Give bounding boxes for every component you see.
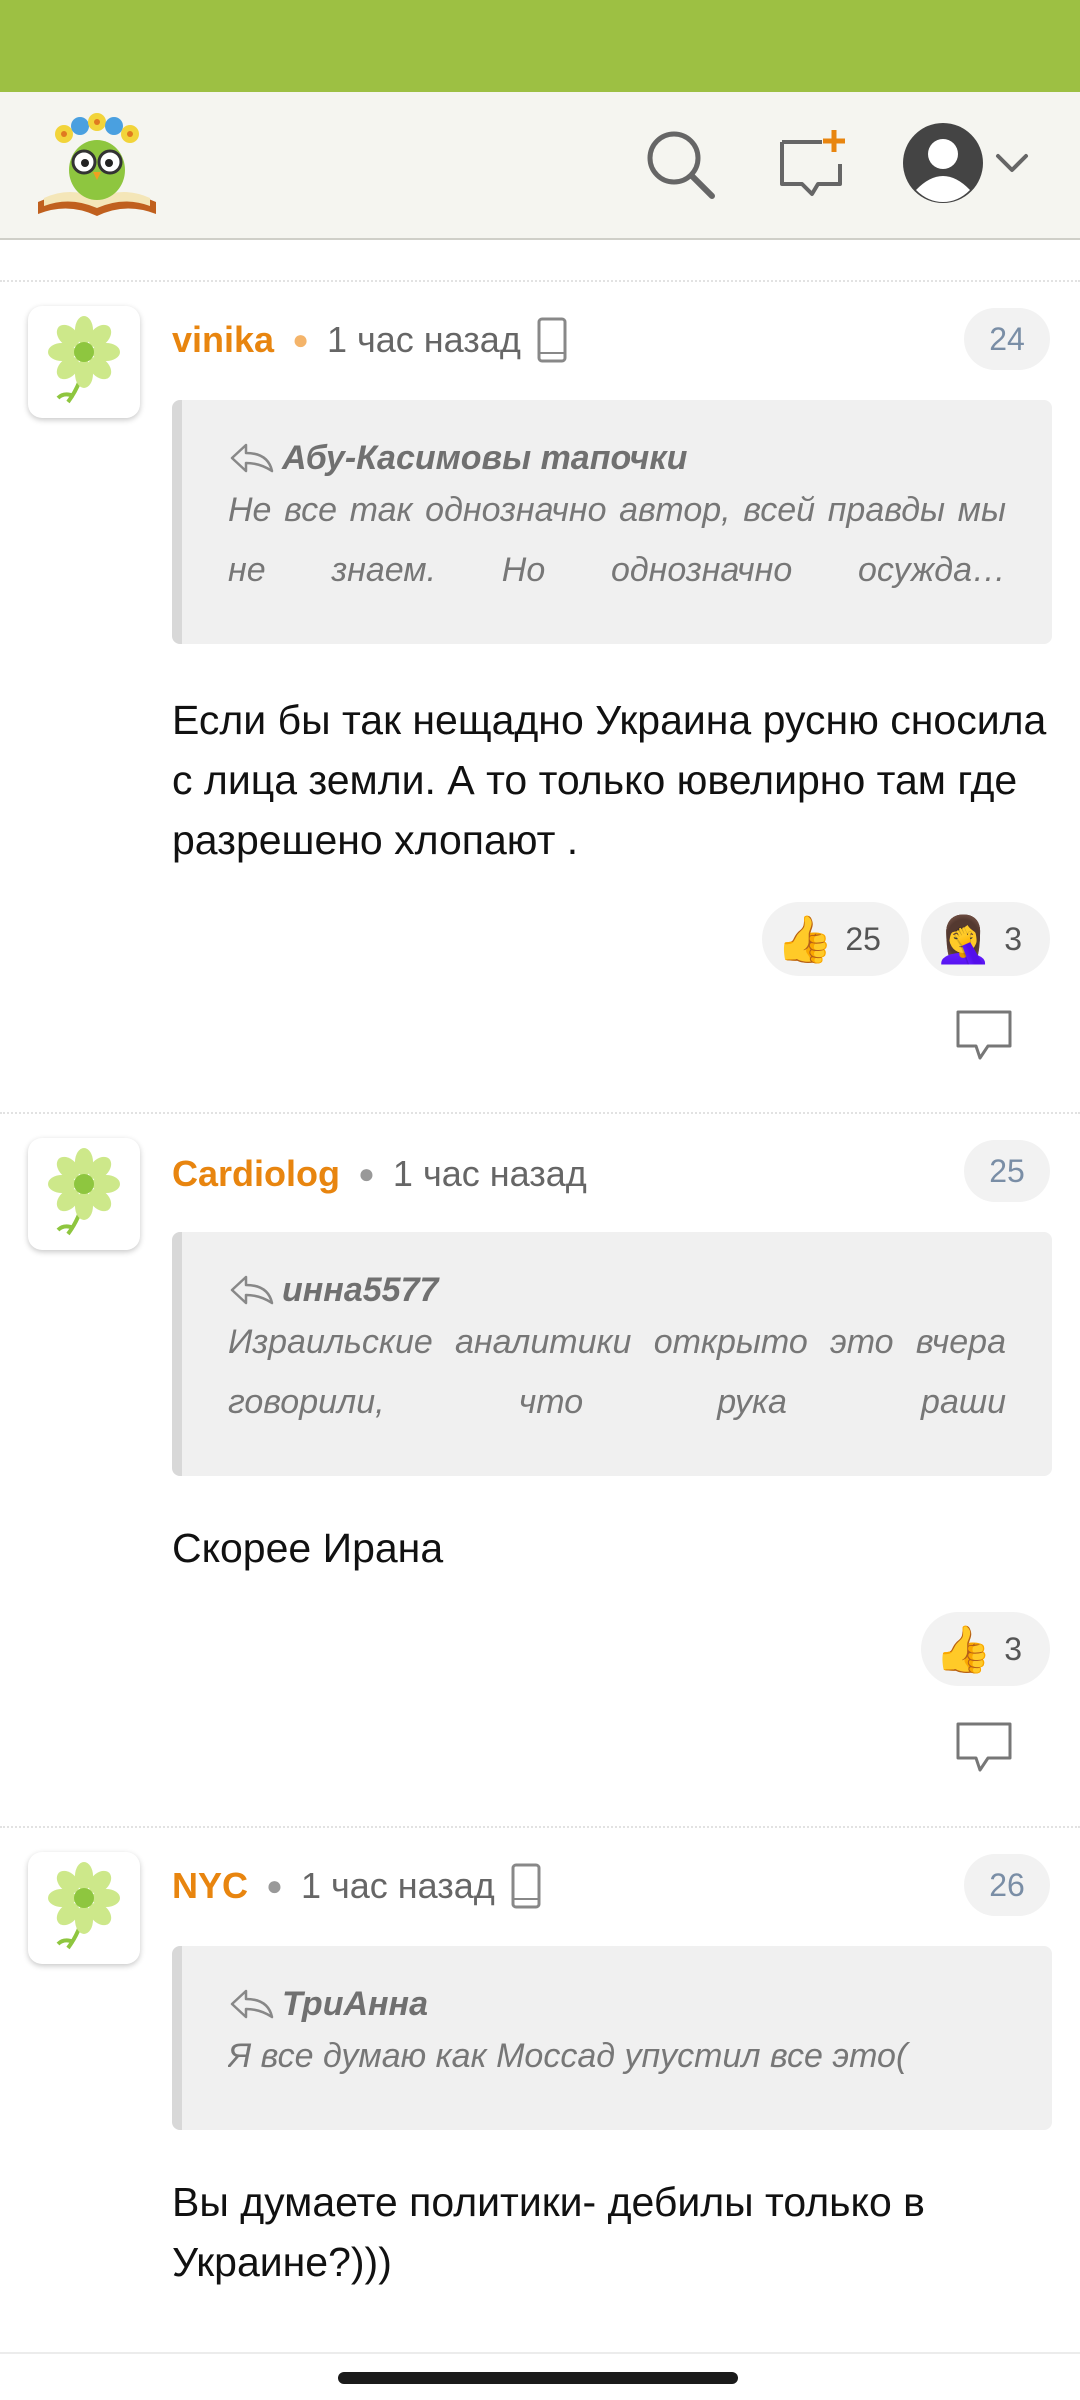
reaction-thumbs-up[interactable]: 👍 25 bbox=[762, 902, 909, 976]
comment-number[interactable]: 26 bbox=[964, 1854, 1050, 1916]
new-comment-icon[interactable] bbox=[772, 124, 852, 204]
separator-dot: ● bbox=[358, 1158, 375, 1189]
chevron-down-icon[interactable] bbox=[992, 144, 1032, 184]
timestamp: 1 час назад bbox=[326, 319, 521, 360]
reaction-facepalm[interactable]: 🤦‍♀️ 3 bbox=[920, 902, 1050, 976]
comment-text: Скорее Ирана bbox=[172, 1525, 444, 1571]
quote-text: Я все думаю как Моссад упустил все это( bbox=[228, 2037, 908, 2075]
search-icon[interactable] bbox=[640, 124, 720, 204]
avatar[interactable] bbox=[28, 1852, 140, 1964]
comment-number[interactable]: 25 bbox=[964, 1140, 1050, 1202]
reaction-count: 3 bbox=[1004, 1630, 1022, 1667]
status-bar bbox=[0, 0, 1080, 92]
reactions: 👍 25 🤦‍♀️ 3 bbox=[762, 902, 1050, 976]
reactions: 👍 3 bbox=[920, 1612, 1050, 1686]
separator-dot: ● bbox=[266, 1870, 283, 1901]
reaction-count: 3 bbox=[1004, 920, 1022, 957]
facepalm-icon: 🤦‍♀️ bbox=[934, 913, 993, 965]
reaction-count: 25 bbox=[845, 920, 881, 957]
avatar[interactable] bbox=[28, 1138, 140, 1250]
reply-icon[interactable] bbox=[954, 1720, 1014, 1774]
home-indicator[interactable] bbox=[338, 2372, 738, 2384]
comment-meta: Cardiolog ● 1 час назад bbox=[172, 1144, 587, 1204]
divider bbox=[0, 280, 1080, 282]
username[interactable]: NYC bbox=[172, 1865, 248, 1907]
quote-header: инна5577 bbox=[228, 1268, 1006, 1312]
thumbs-up-icon: 👍 bbox=[934, 1623, 993, 1675]
comment-meta: NYC ● 1 час назад bbox=[172, 1856, 541, 1916]
phone-icon bbox=[511, 1863, 541, 1909]
reaction-thumbs-up[interactable]: 👍 3 bbox=[920, 1612, 1050, 1686]
divider bbox=[0, 1112, 1080, 1114]
user-avatar-icon[interactable] bbox=[900, 120, 986, 206]
quote-block[interactable]: инна5577 Израильские аналитики открыто э… bbox=[172, 1232, 1052, 1476]
separator-dot: ● bbox=[292, 324, 309, 355]
avatar[interactable] bbox=[28, 306, 140, 418]
quote-block[interactable]: ТриАнна Я все думаю как Моссад упустил в… bbox=[172, 1946, 1052, 2130]
quote-author: Абу-Касимовы тапочки bbox=[282, 438, 688, 477]
quote-text: Не все так однозначно автор, всей правды… bbox=[228, 491, 1006, 589]
reply-arrow-icon bbox=[230, 443, 274, 473]
username[interactable]: vinika bbox=[172, 319, 274, 361]
reply-arrow-icon bbox=[230, 1989, 274, 2019]
divider bbox=[0, 1826, 1080, 1828]
timestamp: 1 час назад bbox=[300, 1865, 495, 1906]
quote-author: инна5577 bbox=[282, 1270, 439, 1309]
app-header bbox=[0, 92, 1080, 240]
comment-text: Если бы так нещадно Украина русню сносил… bbox=[172, 697, 1047, 863]
thumbs-up-icon: 👍 bbox=[776, 913, 834, 965]
phone-icon bbox=[537, 317, 567, 363]
quote-text: Израильские аналитики открыто это вчера … bbox=[228, 1323, 1006, 1421]
quote-header: ТриАнна bbox=[228, 1982, 1006, 2026]
reply-icon[interactable] bbox=[954, 1008, 1014, 1062]
reply-arrow-icon bbox=[230, 1275, 274, 1305]
quote-header: Абу-Касимовы тапочки bbox=[228, 436, 1006, 480]
comment-meta: vinika ● 1 час назад bbox=[172, 310, 567, 370]
quote-author: ТриАнна bbox=[282, 1984, 428, 2023]
comment-text: Вы думаете политики- дебилы только в Укр… bbox=[172, 2179, 925, 2285]
timestamp: 1 час назад bbox=[392, 1153, 587, 1194]
comment-number[interactable]: 24 bbox=[964, 308, 1050, 370]
owl-on-book-logo[interactable] bbox=[34, 110, 160, 222]
quote-block[interactable]: Абу-Касимовы тапочки Не все так однознач… bbox=[172, 400, 1052, 644]
username[interactable]: Cardiolog bbox=[172, 1153, 340, 1195]
